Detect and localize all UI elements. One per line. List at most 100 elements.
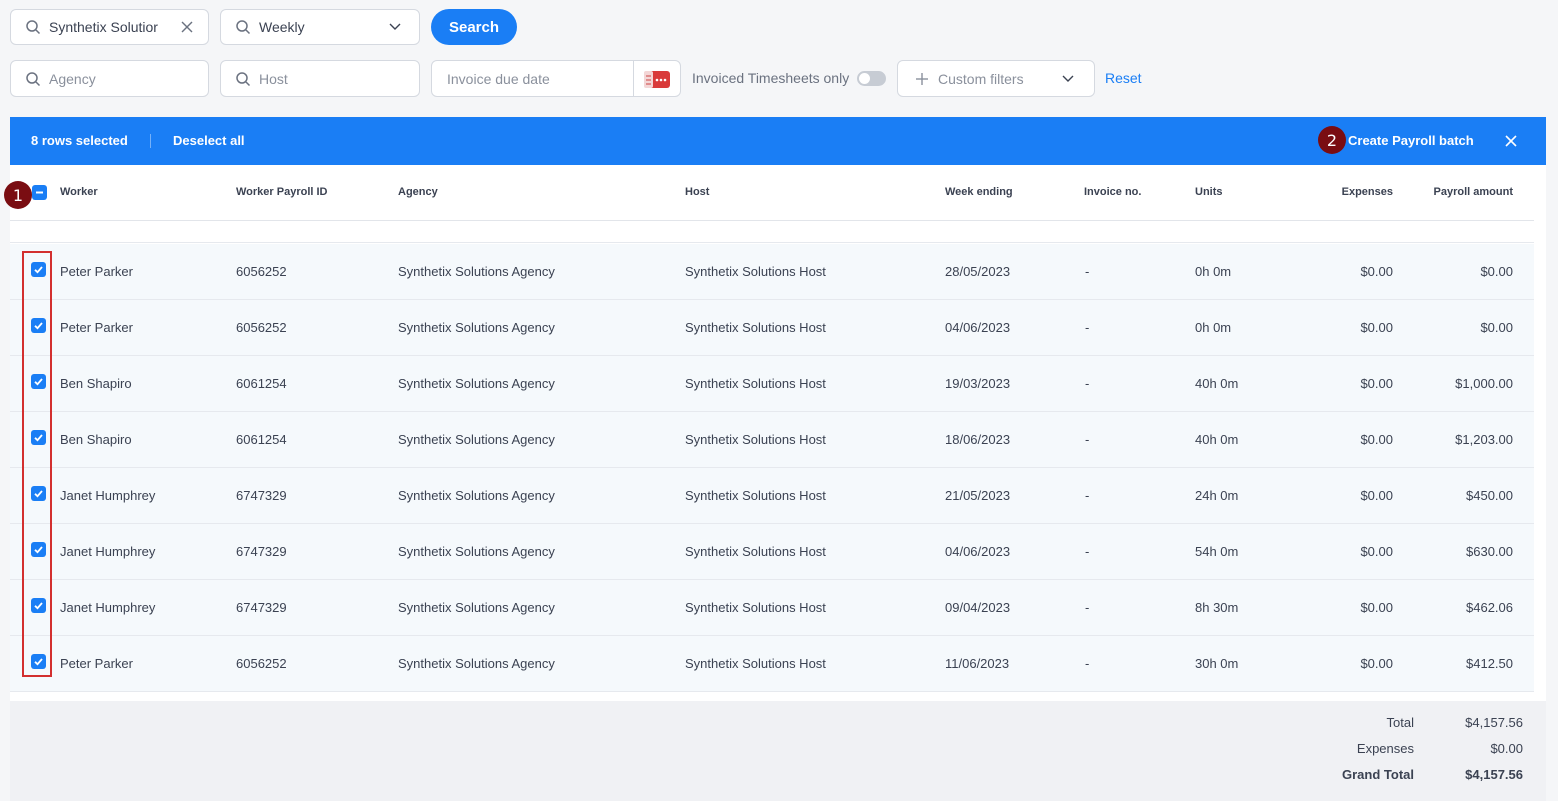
- custom-filters-label: Custom filters: [938, 70, 1024, 87]
- cell-payroll-amount: $412.50: [1466, 656, 1513, 671]
- invoiced-only-toggle[interactable]: [857, 71, 886, 86]
- custom-filters-select[interactable]: Custom filters: [897, 60, 1095, 97]
- cell-host: Synthetix Solutions Host: [685, 264, 826, 279]
- cell-payroll-id: 6056252: [236, 320, 287, 335]
- search-input[interactable]: Synthetix Solutior: [49, 19, 177, 35]
- cell-worker: Peter Parker: [60, 264, 133, 279]
- cell-payroll-id: 6056252: [236, 264, 287, 279]
- plus-icon: [916, 72, 928, 85]
- cell-units: 8h 30m: [1195, 600, 1239, 615]
- search-field[interactable]: Synthetix Solutior: [10, 9, 209, 45]
- table-row[interactable]: Janet Humphrey 6747329 Synthetix Solutions…: [10, 580, 1534, 636]
- invoice-due-date-input[interactable]: Invoice due date: [447, 71, 550, 87]
- toggle-knob: [859, 73, 870, 84]
- cell-payroll-amount: $1,000.00: [1455, 376, 1513, 391]
- cell-week-ending: 21/05/2023: [945, 488, 1011, 503]
- search-icon: [236, 71, 251, 86]
- cell-payroll-id: 6747329: [236, 600, 287, 615]
- cell-worker: Janet Humphrey: [60, 544, 156, 559]
- table-row[interactable]: Janet Humphrey 6747329 Synthetix Solutions…: [10, 524, 1534, 580]
- table-row[interactable]: Ben Shapiro 6061254 Synthetix Solutions Ag…: [10, 412, 1534, 468]
- host-field[interactable]: Host: [220, 60, 420, 97]
- table-row[interactable]: Peter Parker 6056252 Synthetix Solutions A…: [10, 636, 1534, 692]
- select-all-checkbox[interactable]: [32, 185, 47, 200]
- host-input[interactable]: Host: [259, 71, 288, 87]
- search-button[interactable]: Search: [431, 9, 517, 45]
- search-icon: [26, 20, 41, 35]
- cell-units: 54h 0m: [1195, 544, 1239, 559]
- step-marker-2: 2: [1318, 126, 1346, 154]
- clear-icon[interactable]: [181, 21, 193, 33]
- cell-invoice-no: -: [1085, 432, 1090, 447]
- cell-host: Synthetix Solutions Host: [685, 432, 826, 447]
- table-row[interactable]: Ben Shapiro 6061254 Synthetix Solutions Ag…: [10, 356, 1534, 412]
- expenses-value: $0.00: [1490, 741, 1523, 756]
- cell-week-ending: 19/03/2023: [945, 376, 1011, 391]
- cell-host: Synthetix Solutions Host: [685, 376, 826, 391]
- cell-expenses: $0.00: [1360, 488, 1393, 503]
- cell-invoice-no: -: [1085, 376, 1090, 391]
- table-header: Worker Worker Payroll ID Agency Host Wee…: [10, 165, 1534, 221]
- agency-input[interactable]: Agency: [49, 71, 96, 87]
- cell-invoice-no: -: [1085, 320, 1090, 335]
- cell-week-ending: 04/06/2023: [945, 544, 1011, 559]
- chevron-down-icon: [389, 23, 401, 30]
- calendar-icon: [644, 70, 670, 88]
- cell-expenses: $0.00: [1360, 376, 1393, 391]
- calendar-button[interactable]: [633, 60, 681, 97]
- cell-payroll-amount: $630.00: [1466, 544, 1513, 559]
- col-units[interactable]: Units: [1195, 186, 1223, 198]
- col-expenses[interactable]: Expenses: [1293, 186, 1393, 198]
- selection-bar: 8 rows selected Deselect all Create Payr…: [10, 117, 1546, 165]
- cell-expenses: $0.00: [1360, 264, 1393, 279]
- col-worker[interactable]: Worker: [60, 186, 98, 198]
- cell-agency: Synthetix Solutions Agency: [398, 376, 555, 391]
- cell-expenses: $0.00: [1360, 320, 1393, 335]
- period-value: Weekly: [259, 19, 305, 35]
- timesheets-table: Worker Worker Payroll ID Agency Host Wee…: [10, 165, 1546, 701]
- col-week-ending[interactable]: Week ending: [945, 186, 1013, 198]
- cell-invoice-no: -: [1085, 488, 1090, 503]
- cell-host: Synthetix Solutions Host: [685, 544, 826, 559]
- col-invoice-no[interactable]: Invoice no.: [1084, 186, 1141, 198]
- totals-footer: Total $4,157.56 Expenses $0.00 Grand Tot…: [10, 701, 1546, 801]
- cell-worker: Janet Humphrey: [60, 488, 156, 503]
- cell-invoice-no: -: [1085, 600, 1090, 615]
- table-row[interactable]: Janet Humphrey 6747329 Synthetix Solutions…: [10, 468, 1534, 524]
- search-icon: [26, 71, 41, 86]
- cell-worker: Janet Humphrey: [60, 600, 156, 615]
- agency-field[interactable]: Agency: [10, 60, 209, 97]
- create-payroll-batch-button[interactable]: Create Payroll batch: [1348, 133, 1474, 148]
- period-select[interactable]: Weekly: [220, 9, 420, 45]
- rows-selected-text: 8 rows selected: [31, 133, 128, 148]
- col-payroll-amount[interactable]: Payroll amount: [1393, 186, 1513, 198]
- cell-expenses: $0.00: [1360, 432, 1393, 447]
- cell-units: 30h 0m: [1195, 656, 1239, 671]
- invoice-due-date-field[interactable]: Invoice due date: [431, 60, 634, 97]
- search-icon: [236, 20, 251, 35]
- cell-units: 40h 0m: [1195, 376, 1239, 391]
- close-icon[interactable]: [1504, 134, 1518, 148]
- grand-total-label: Grand Total: [1342, 767, 1414, 782]
- cell-agency: Synthetix Solutions Agency: [398, 264, 555, 279]
- cell-units: 0h 0m: [1195, 320, 1232, 335]
- cell-week-ending: 18/06/2023: [945, 432, 1011, 447]
- cell-payroll-amount: $0.00: [1480, 320, 1513, 335]
- reset-link[interactable]: Reset: [1105, 70, 1142, 86]
- cell-payroll-amount: $462.06: [1466, 600, 1513, 615]
- cell-agency: Synthetix Solutions Agency: [398, 544, 555, 559]
- cell-expenses: $0.00: [1360, 544, 1393, 559]
- cell-host: Synthetix Solutions Host: [685, 656, 826, 671]
- total-value: $4,157.56: [1465, 715, 1523, 730]
- cell-worker: Ben Shapiro: [60, 432, 132, 447]
- col-agency[interactable]: Agency: [398, 186, 438, 198]
- cell-agency: Synthetix Solutions Agency: [398, 432, 555, 447]
- cell-week-ending: 11/06/2023: [945, 656, 1010, 671]
- table-row[interactable]: Peter Parker 6056252 Synthetix Solutions A…: [10, 244, 1534, 300]
- expenses-label: Expenses: [1356, 741, 1414, 756]
- col-payroll-id[interactable]: Worker Payroll ID: [236, 186, 328, 198]
- deselect-all-button[interactable]: Deselect all: [173, 133, 245, 148]
- table-row[interactable]: Peter Parker 6056252 Synthetix Solutions A…: [10, 300, 1534, 356]
- cell-payroll-amount: $1,203.00: [1455, 432, 1513, 447]
- col-host[interactable]: Host: [685, 186, 709, 198]
